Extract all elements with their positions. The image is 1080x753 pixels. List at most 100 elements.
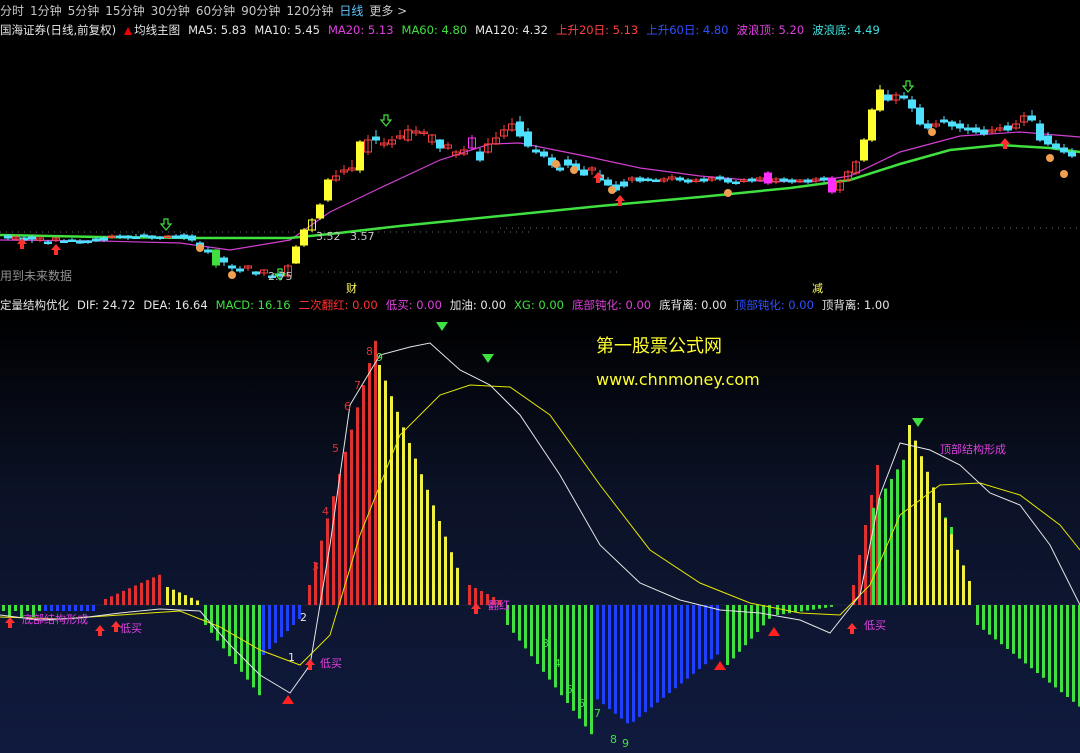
green-down-arrow-icon: [159, 218, 173, 231]
candle-body: [212, 249, 220, 266]
candle: [940, 116, 948, 124]
candle: [772, 177, 780, 184]
candle-body: [556, 167, 564, 171]
red-up-arrow-icon: [95, 625, 105, 636]
candle: [676, 176, 684, 182]
green-down-triangle-icon: [912, 418, 924, 427]
signal-annotation: 底部结构形成: [22, 612, 88, 626]
red-up-arrow-icon: [471, 603, 481, 614]
red-up-triangle-icon: [768, 627, 780, 636]
macd-bar: [988, 605, 991, 635]
signal-annotation: 低买: [120, 622, 142, 635]
macd-bar: [222, 605, 225, 649]
legend-item: 上升20日: 5.13: [556, 22, 638, 38]
red-up-arrow-icon: [124, 26, 133, 35]
macd-bar: [128, 588, 131, 605]
macd-bar: [920, 456, 923, 605]
macd-bar: [750, 605, 753, 639]
candle-body: [828, 177, 836, 193]
candle-body: [620, 181, 628, 187]
candle-body: [644, 178, 652, 181]
macd-bar: [1072, 605, 1075, 702]
red-up-arrow-icon: [1000, 138, 1010, 149]
macd-bar: [638, 605, 641, 717]
candle: [748, 177, 756, 183]
macd-bar: [274, 605, 277, 643]
count-label-down: 7: [594, 707, 601, 720]
candle-body: [236, 268, 244, 272]
candlestick-chart[interactable]: 3.52 3.57 2.75 财 减 用到未来数据: [0, 40, 1080, 295]
candle: [220, 256, 228, 266]
candle: [788, 178, 796, 184]
macd-bar: [662, 605, 665, 698]
candle-body: [900, 95, 908, 99]
legend-text: DEA: 16.64: [143, 298, 208, 312]
count-label-red: 5: [332, 442, 339, 455]
tab-period-1[interactable]: 1分钟: [30, 2, 62, 19]
macd-bar: [806, 605, 809, 611]
macd-bar: [1006, 605, 1009, 649]
candle: [372, 130, 380, 144]
indicator-panel[interactable]: 3 4 5 6 7 8 9 1 2 3 4 5 6 7 8 9 底部结构形成 低买 低买 翻红 低买 顶部结构形成 第一股票…: [0, 315, 1080, 753]
macd-bar: [668, 605, 671, 693]
macd-bar: [608, 605, 611, 709]
tab-period-5[interactable]: 60分钟: [196, 2, 235, 19]
candle: [244, 265, 252, 271]
legend-item: MA10: 5.45: [254, 23, 320, 37]
tab-period-7[interactable]: 120分钟: [286, 2, 333, 19]
macd-bar: [350, 429, 353, 605]
main-chart-panel[interactable]: 3.52 3.57 2.75 财 减 用到未来数据: [0, 40, 1080, 295]
macd-bar: [178, 592, 181, 605]
green-down-triangle-icon: [436, 322, 448, 331]
candle: [996, 124, 1004, 132]
hand-pointer-icon: [196, 244, 204, 252]
candle: [932, 120, 940, 128]
macd-bar: [432, 505, 435, 605]
macd-bar: [374, 340, 377, 605]
count-label-down: 9: [622, 737, 629, 750]
macd-bar: [146, 580, 149, 605]
legend-text: DIF: 24.72: [77, 298, 136, 312]
tab-period-8[interactable]: 日线: [339, 2, 363, 19]
macd-bar: [1042, 605, 1045, 678]
count-label-down: 8: [610, 733, 617, 746]
macd-bar: [86, 605, 89, 611]
candle: [412, 126, 420, 136]
macd-bar: [228, 605, 231, 657]
candle-body: [436, 139, 444, 149]
candle-body: [868, 109, 876, 141]
macd-bar: [614, 605, 617, 714]
macd-bar: [726, 605, 729, 665]
tab-period-3[interactable]: 15分钟: [105, 2, 144, 19]
legend-text: 均线主图: [134, 23, 181, 37]
macd-bar: [426, 489, 429, 605]
macd-bar: [824, 605, 827, 608]
candle-body: [188, 235, 196, 241]
candle-body: [788, 179, 796, 183]
candle: [172, 234, 180, 239]
macd-bar: [8, 605, 11, 617]
candle-body: [724, 178, 732, 183]
macd-bar: [590, 605, 593, 735]
macd-bar: [530, 605, 533, 657]
macd-bar: [626, 605, 629, 724]
candle-body: [980, 129, 988, 135]
tab-period-9[interactable]: 更多 >: [369, 2, 407, 19]
price-label-low: 3.52: [316, 230, 341, 243]
candle: [948, 120, 956, 130]
tab-period-6[interactable]: 90分钟: [241, 2, 280, 19]
candle: [916, 104, 924, 126]
macd-indicator-chart[interactable]: 345678 912345678 9底部结构形成低买低买翻红低买顶部结构形成第一股票…: [0, 315, 1080, 753]
signal-annotation: 低买: [320, 657, 342, 670]
tab-period-4[interactable]: 30分钟: [151, 2, 190, 19]
legend-text: MA20: 5.13: [327, 23, 394, 37]
candle-body: [476, 151, 484, 161]
candle-body: [956, 123, 964, 129]
legend-text: 顶部钝化: 0.00: [734, 298, 814, 312]
candle: [892, 92, 900, 104]
tab-period-0[interactable]: 分时: [0, 2, 24, 19]
legend-text: MACD: 16.16: [215, 298, 291, 312]
event-label-reduce: 减: [812, 282, 823, 295]
tab-period-2[interactable]: 5分钟: [68, 2, 100, 19]
candle: [332, 170, 340, 182]
